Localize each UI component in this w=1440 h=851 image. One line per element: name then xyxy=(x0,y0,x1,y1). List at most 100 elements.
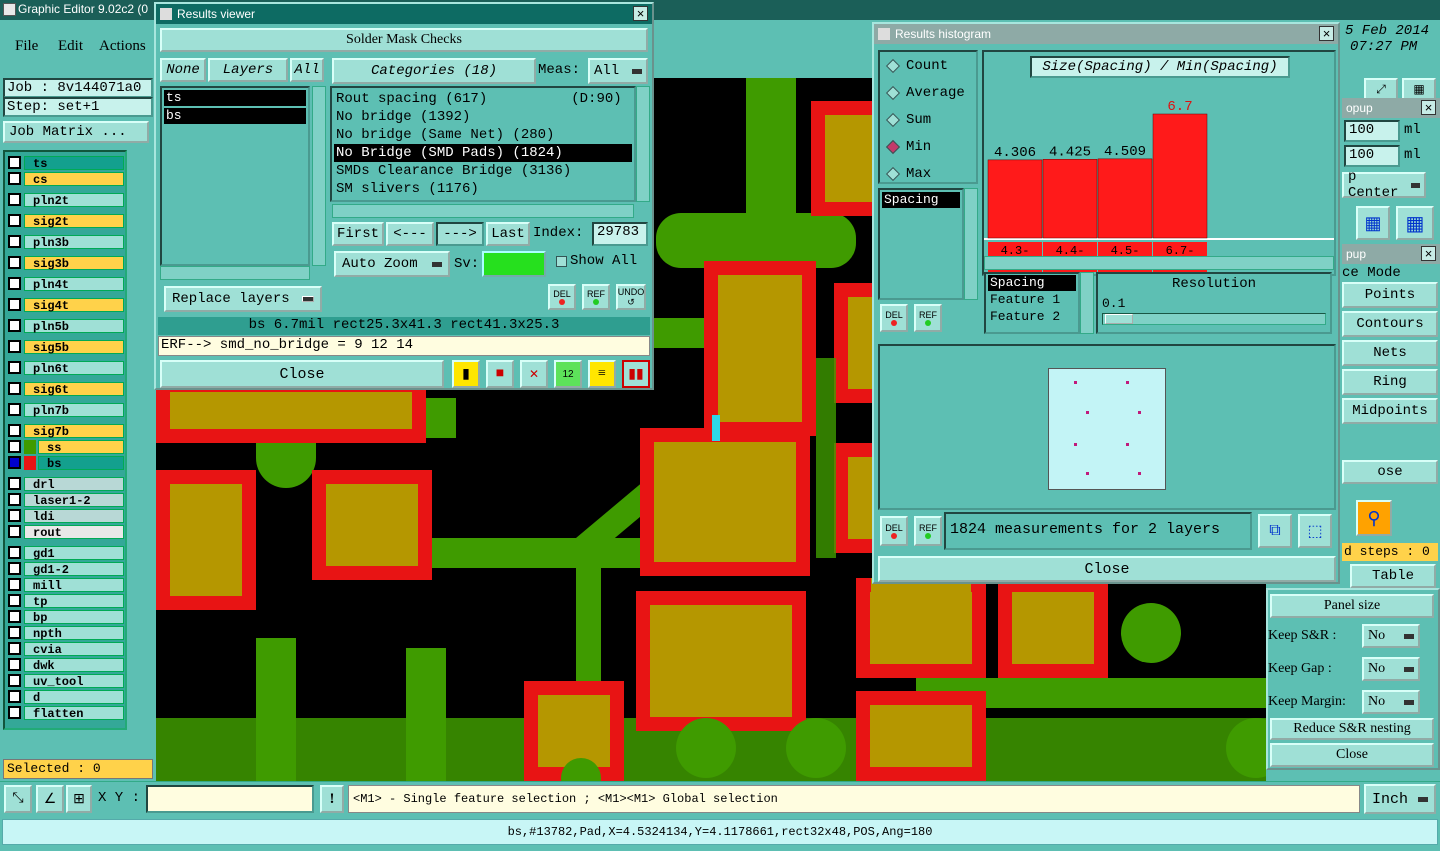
measure-icon[interactable]: ∠ xyxy=(36,785,64,813)
list-item[interactable]: Feature 1 xyxy=(988,292,1076,308)
center-select[interactable]: p Center xyxy=(1342,169,1426,201)
layer-label[interactable]: pln2t xyxy=(24,192,124,208)
radio-icon[interactable] xyxy=(885,112,901,127)
categories-list[interactable]: Rout spacing (617) (D:90) No bridge (1392… xyxy=(330,86,636,202)
scrollbar[interactable] xyxy=(160,266,310,280)
snap-icon[interactable]: ⤡ xyxy=(4,785,32,813)
layer-label[interactable]: gd1-2 xyxy=(24,561,124,577)
layer-row[interactable]: flatten xyxy=(8,705,124,721)
layer-checkbox[interactable] xyxy=(8,298,21,311)
grid-icon[interactable]: ▦ xyxy=(1356,206,1390,240)
layer-label[interactable]: bs xyxy=(38,455,124,471)
layer-row[interactable]: ss xyxy=(8,439,124,455)
layer-checkbox[interactable] xyxy=(8,546,21,559)
layer-label[interactable]: sig5b xyxy=(24,339,124,355)
layer-label[interactable]: ts xyxy=(24,155,124,171)
layer-label[interactable]: cs xyxy=(24,171,124,187)
hist-ref-button[interactable]: REF xyxy=(914,304,942,332)
zoom-fit-icon[interactable]: ⧉ xyxy=(1258,514,1292,548)
layer-checkbox[interactable] xyxy=(8,214,21,227)
layer-checkbox[interactable] xyxy=(8,156,21,169)
layer-label[interactable]: sig4t xyxy=(24,297,124,313)
layer-checkbox[interactable] xyxy=(8,456,21,469)
sv-color-select[interactable] xyxy=(482,251,546,277)
layer-row[interactable]: bs xyxy=(8,455,124,471)
layer-checkbox[interactable] xyxy=(8,424,21,437)
categories-button[interactable]: Categories (18) xyxy=(332,58,536,84)
slider-handle[interactable] xyxy=(1105,314,1133,324)
ref-button[interactable]: REF xyxy=(582,284,610,310)
scrollbar[interactable] xyxy=(636,86,650,202)
layer-checkbox[interactable] xyxy=(8,509,21,522)
layer-row[interactable]: tp xyxy=(8,593,124,609)
layer-checkbox[interactable] xyxy=(8,256,21,269)
stat-option-sum[interactable]: Sum xyxy=(880,106,976,133)
mode-midpoints-button[interactable]: Midpoints xyxy=(1342,398,1438,424)
value-field-1[interactable]: 100 xyxy=(1344,120,1400,142)
table-button[interactable]: Table xyxy=(1350,564,1436,588)
units-select[interactable]: Inch xyxy=(1364,784,1436,814)
undo-button[interactable]: UNDO ↺ xyxy=(616,284,646,310)
meas-select[interactable]: All xyxy=(588,58,648,84)
layer-checkbox[interactable] xyxy=(8,382,21,395)
numbered-icon[interactable]: 12 xyxy=(554,360,582,388)
layer-checkbox[interactable] xyxy=(8,658,21,671)
layer-row[interactable]: pln2t xyxy=(8,192,124,208)
histogram-bar[interactable] xyxy=(1097,158,1153,239)
layer-label[interactable]: sig2t xyxy=(24,213,124,229)
layer-checkbox[interactable] xyxy=(8,594,21,607)
measure-list[interactable]: Spacing xyxy=(878,188,964,300)
feature-list[interactable]: Spacing Feature 1 Feature 2 xyxy=(984,272,1080,334)
layer-label[interactable]: tp xyxy=(24,593,124,609)
stat-option-max[interactable]: Max xyxy=(880,160,976,187)
keep-margin-select[interactable]: No xyxy=(1362,690,1420,714)
stat-option-average[interactable]: Average xyxy=(880,79,976,106)
first-button[interactable]: First xyxy=(332,222,384,246)
list-item[interactable]: bs xyxy=(164,108,306,124)
layer-row[interactable]: sig3b xyxy=(8,255,124,271)
layer-row[interactable]: gd1-2 xyxy=(8,561,124,577)
stat-option-min[interactable]: Min xyxy=(880,133,976,160)
layer-checkbox[interactable] xyxy=(8,193,21,206)
layer-checkbox[interactable] xyxy=(8,172,21,185)
layer-label[interactable]: ss xyxy=(38,439,124,455)
layer-row[interactable]: pln6t xyxy=(8,360,124,376)
mode-contours-button[interactable]: Contours xyxy=(1342,311,1438,337)
layer-row[interactable]: npth xyxy=(8,625,124,641)
radio-icon[interactable] xyxy=(885,85,901,100)
panel-close-button[interactable]: Close xyxy=(1270,743,1434,767)
category-item[interactable]: No bridge (Same Net) (280) xyxy=(334,126,632,144)
layer-row[interactable]: cs xyxy=(8,171,124,187)
layer-row[interactable]: cvia xyxy=(8,641,124,657)
layer-checkbox[interactable] xyxy=(8,642,21,655)
layer-label[interactable]: pln4t xyxy=(24,276,124,292)
prev-button[interactable]: <--- xyxy=(386,222,434,246)
layer-row[interactable]: laser1-2 xyxy=(8,492,124,508)
list-item[interactable]: ts xyxy=(164,90,306,106)
layer-row[interactable]: sig4t xyxy=(8,297,124,313)
layer-row[interactable]: gd1 xyxy=(8,545,124,561)
layer-row[interactable]: ldi xyxy=(8,508,124,524)
menu-file[interactable]: File xyxy=(15,38,38,55)
stat-option-count[interactable]: Count xyxy=(880,52,976,79)
person-icon[interactable]: ▮ xyxy=(452,360,480,388)
list-item[interactable]: Spacing xyxy=(988,275,1076,291)
value-field-2[interactable]: 100 xyxy=(1344,145,1400,167)
keep-sr-select[interactable]: No xyxy=(1362,624,1420,648)
hist-del-button[interactable]: DEL xyxy=(880,304,908,332)
keep-gap-select[interactable]: No xyxy=(1362,657,1420,681)
radio-icon[interactable] xyxy=(885,166,901,181)
layer-label[interactable]: d xyxy=(24,689,124,705)
layer-label[interactable]: bp xyxy=(24,609,124,625)
alert-icon[interactable]: ! xyxy=(320,785,344,813)
radio-icon[interactable] xyxy=(885,139,901,154)
layer-row[interactable]: pln4t xyxy=(8,276,124,292)
layer-row[interactable]: pln3b xyxy=(8,234,124,250)
layer-checkbox[interactable] xyxy=(8,340,21,353)
layer-label[interactable]: pln6t xyxy=(24,360,124,376)
xy-input[interactable] xyxy=(146,785,314,813)
layer-checkbox[interactable] xyxy=(8,319,21,332)
category-item[interactable]: SMDs Clearance Bridge (3136) xyxy=(334,162,632,180)
resolution-slider[interactable] xyxy=(1102,313,1326,325)
menu-actions[interactable]: Actions xyxy=(99,38,146,55)
